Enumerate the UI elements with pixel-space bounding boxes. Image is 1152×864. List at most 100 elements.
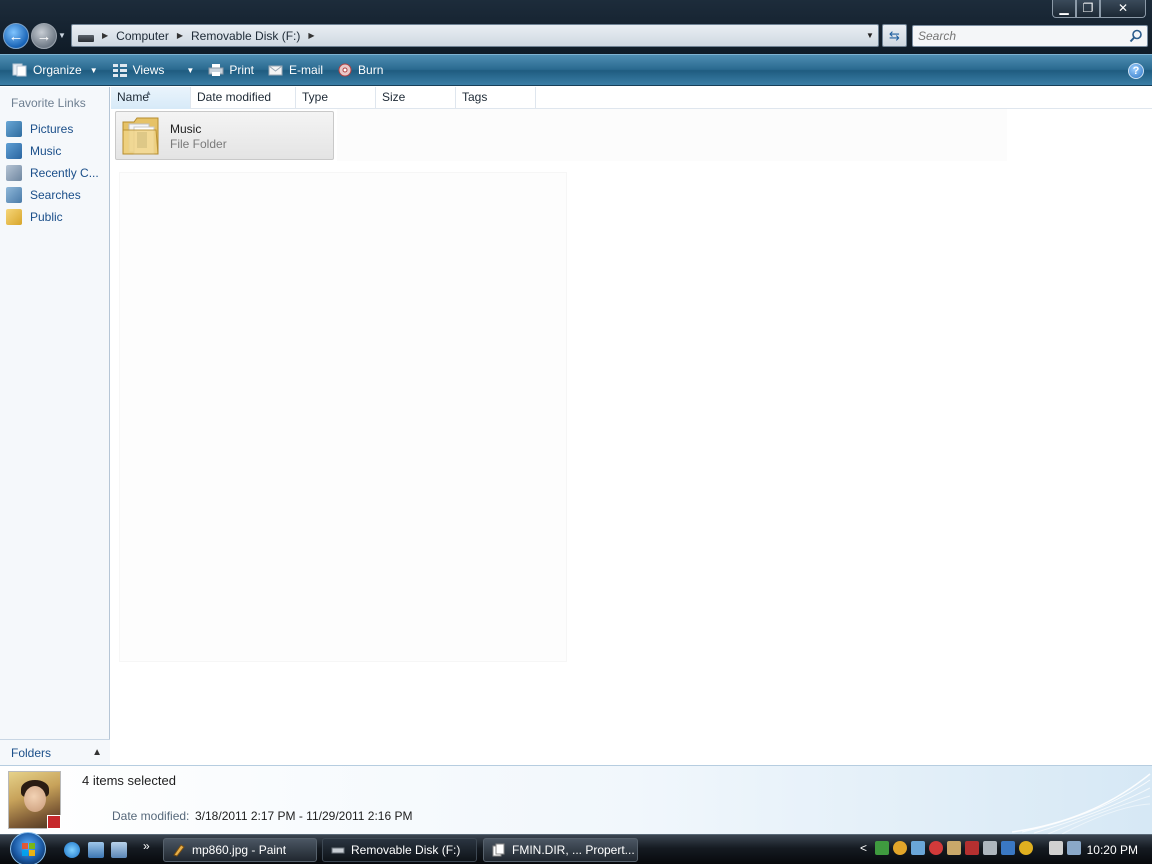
- search-box[interactable]: [912, 25, 1148, 47]
- column-header-type[interactable]: Type: [296, 87, 376, 109]
- favorite-links-heading: Favorite Links: [11, 96, 86, 110]
- maximize-button[interactable]: ❐: [1076, 0, 1100, 18]
- favorite-link-label: Public: [30, 210, 63, 224]
- search-icon[interactable]: [1129, 29, 1143, 43]
- recent-pages-dropdown[interactable]: ▼: [58, 31, 66, 40]
- show-desktop-icon[interactable]: [88, 842, 104, 858]
- power-tray-icon[interactable]: [1049, 841, 1064, 855]
- favorite-link-pictures[interactable]: Pictures: [6, 118, 99, 140]
- security-tray-icon[interactable]: [875, 841, 890, 855]
- properties-icon: [492, 843, 505, 857]
- windows-logo-icon: [22, 843, 35, 856]
- recent-icon: [6, 165, 22, 181]
- organize-label: Organize: [33, 63, 82, 77]
- column-headers: ▲ Name Date modified Type Size Tags: [111, 87, 1152, 109]
- address-dropdown-icon[interactable]: ▼: [862, 25, 878, 46]
- organize-button[interactable]: Organize ▼: [6, 56, 104, 84]
- printer-icon: [208, 64, 224, 76]
- update-tray-icon[interactable]: [893, 841, 908, 855]
- burn-disc-icon: [338, 63, 352, 77]
- folder-icon: [122, 117, 159, 155]
- display-tray-icon[interactable]: [1001, 841, 1016, 855]
- views-icon: [112, 64, 127, 77]
- column-header-date-modified[interactable]: Date modified: [191, 87, 296, 109]
- print-button[interactable]: Print: [202, 56, 260, 84]
- taskbar: » mp860.jpg - Paint Removable Disk (F:) …: [0, 832, 1152, 864]
- favorite-link-label: Music: [30, 144, 62, 158]
- burn-label: Burn: [358, 63, 384, 77]
- chevron-up-icon: ▲: [92, 747, 102, 758]
- favorite-link-searches[interactable]: Searches: [6, 184, 99, 206]
- folder-item-music[interactable]: Music File Folder: [115, 111, 334, 160]
- breadcrumb-separator-icon[interactable]: ▶: [102, 31, 108, 40]
- internet-explorer-icon[interactable]: [64, 842, 80, 858]
- utility-tray-icon[interactable]: [947, 841, 962, 855]
- views-dropdown-icon[interactable]: ▼: [186, 66, 194, 75]
- favorite-link-label: Searches: [30, 188, 81, 202]
- views-button[interactable]: Views ▼: [106, 56, 201, 84]
- details-pane: 4 items selected Date modified: 3/18/201…: [0, 765, 1152, 835]
- drive-icon: [78, 34, 94, 42]
- help-icon[interactable]: ?: [1128, 63, 1144, 79]
- refresh-button[interactable]: ⇆: [882, 24, 907, 47]
- antivirus-tray-icon[interactable]: [929, 841, 944, 855]
- email-icon: [268, 65, 283, 76]
- public-folder-icon: [6, 209, 22, 225]
- paint-icon: [173, 844, 185, 857]
- v-tray-icon[interactable]: [1019, 841, 1034, 855]
- column-header-tags[interactable]: Tags: [456, 87, 536, 109]
- selection-count: 4 items selected: [82, 773, 176, 788]
- minimize-button[interactable]: ▁: [1052, 0, 1076, 18]
- organize-dropdown-icon: ▼: [89, 65, 98, 75]
- file-list-pane[interactable]: ▲ Name Date modified Type Size Tags Musi…: [111, 87, 1152, 765]
- date-modified-value: 3/18/2011 2:17 PM - 11/29/2011 2:16 PM: [195, 809, 413, 823]
- close-button[interactable]: ✕: [1100, 0, 1146, 18]
- navigation-pane: Favorite Links Pictures Music Recently C…: [0, 87, 110, 765]
- folders-toggle[interactable]: Folders ▲: [0, 739, 110, 765]
- folder-name: Music: [170, 122, 202, 136]
- favorite-links-list: Pictures Music Recently C... Searches Pu…: [6, 118, 99, 228]
- breadcrumb-separator-icon[interactable]: ▶: [177, 31, 183, 40]
- burn-button[interactable]: Burn: [331, 56, 389, 84]
- back-button[interactable]: ←: [3, 23, 29, 49]
- address-bar[interactable]: ▶ Computer ▶ Removable Disk (F:) ▶ ▼: [71, 24, 879, 47]
- breadcrumb-computer[interactable]: Computer: [116, 29, 169, 43]
- window-title-bar: ▁ ❐ ✕ ← → ▼ ▶ Computer ▶ Removable Disk …: [0, 0, 1152, 54]
- taskbar-button-paint[interactable]: mp860.jpg - Paint: [163, 838, 317, 862]
- favorite-link-music[interactable]: Music: [6, 140, 99, 162]
- folders-label: Folders: [11, 745, 52, 760]
- music-icon: [6, 143, 22, 159]
- favorite-link-recently-changed[interactable]: Recently C...: [6, 162, 99, 184]
- window-controls: ▁ ❐ ✕: [1052, 0, 1146, 18]
- clock[interactable]: 10:20 PM: [1087, 843, 1138, 857]
- favorite-link-public[interactable]: Public: [6, 206, 99, 228]
- column-header-size[interactable]: Size: [376, 87, 456, 109]
- breadcrumb-removable-disk[interactable]: Removable Disk (F:): [191, 29, 300, 43]
- back-arrow-icon: ←: [8, 27, 24, 45]
- selection-thumbnail: [8, 771, 61, 829]
- network-status-icon[interactable]: [1067, 841, 1082, 855]
- date-modified-label: Date modified:: [112, 809, 190, 823]
- sort-ascending-icon: ▲: [145, 90, 152, 97]
- favorite-link-label: Recently C...: [30, 166, 99, 180]
- drive-icon: [331, 847, 345, 854]
- start-button[interactable]: [10, 832, 46, 864]
- search-input[interactable]: [913, 26, 1118, 46]
- drag-preview-ghost: [119, 172, 567, 662]
- tray-expand-icon[interactable]: <: [860, 841, 867, 855]
- taskbar-button-removable-disk[interactable]: Removable Disk (F:): [322, 838, 477, 862]
- breadcrumb-separator-icon[interactable]: ▶: [308, 31, 314, 40]
- quick-launch-more-icon[interactable]: »: [143, 839, 150, 853]
- column-header-name[interactable]: ▲ Name: [111, 87, 191, 109]
- device-tray-icon[interactable]: [983, 841, 998, 855]
- command-bar: Organize ▼ Views ▼ Print E-mail Burn ?: [0, 54, 1152, 86]
- app-tray-icon[interactable]: [965, 841, 980, 855]
- forward-button[interactable]: →: [31, 23, 57, 49]
- pictures-icon: [6, 121, 22, 137]
- refresh-icon: ⇆: [889, 28, 900, 43]
- switch-windows-icon[interactable]: [111, 842, 127, 858]
- searches-icon: [6, 187, 22, 203]
- email-button[interactable]: E-mail: [262, 56, 329, 84]
- taskbar-button-properties[interactable]: FMIN.DIR, ... Propert...: [483, 838, 638, 862]
- network-tray-icon[interactable]: [911, 841, 926, 855]
